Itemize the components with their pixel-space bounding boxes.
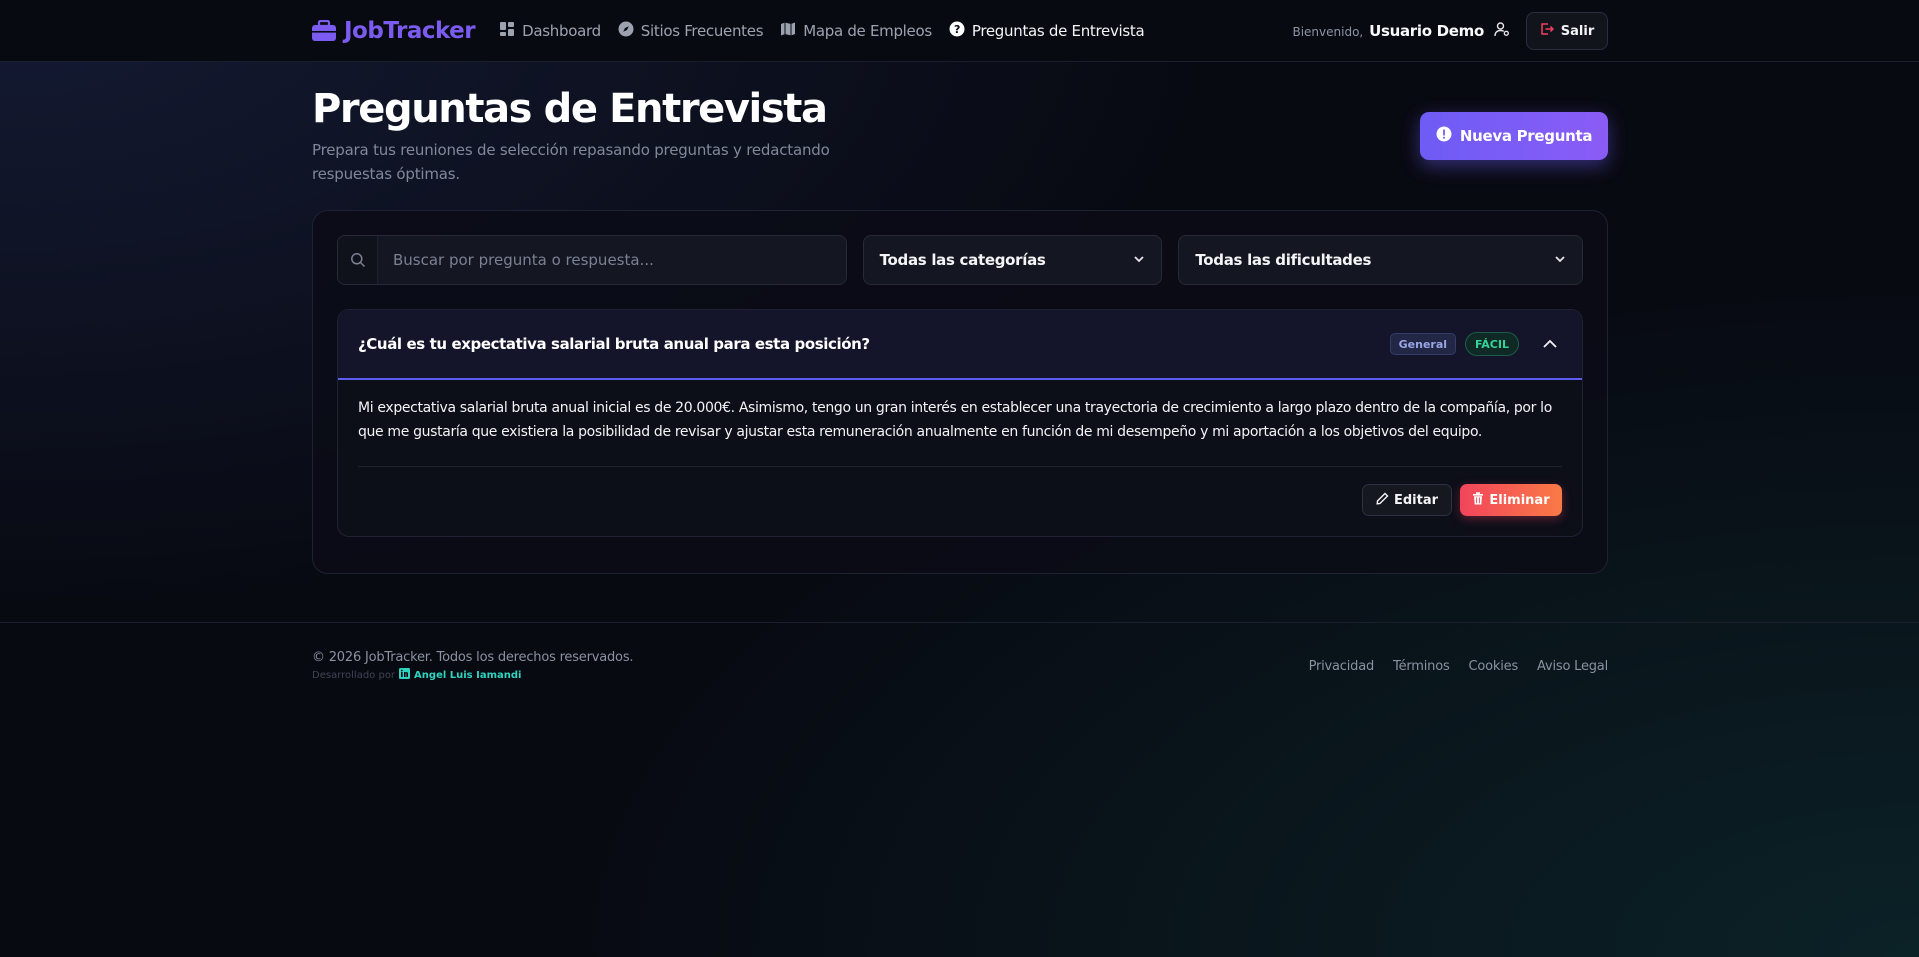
developer-credit: Desarrollado por Angel Luis Iamandi: [312, 668, 633, 682]
question-text: ¿Cuál es tu expectativa salarial bruta a…: [358, 335, 870, 353]
top-navbar: JobTracker Dashboard Sitios Frecuentes M…: [0, 0, 1919, 62]
chevron-down-icon: [1133, 251, 1145, 269]
page-title: Preguntas de Entrevista: [312, 86, 828, 132]
footer-link-cookies[interactable]: Cookies: [1469, 659, 1519, 674]
developer-name: Angel Luis Iamandi: [414, 669, 522, 681]
logout-button[interactable]: Salir: [1526, 12, 1608, 50]
delete-button[interactable]: Eliminar: [1460, 484, 1562, 516]
navbar-inner: JobTracker Dashboard Sitios Frecuentes M…: [312, 0, 1608, 62]
user-name: Usuario Demo: [1369, 22, 1484, 40]
logout-label: Salir: [1560, 23, 1595, 39]
nav-item-sitios-frecuentes[interactable]: Sitios Frecuentes: [618, 21, 764, 41]
chevron-up-icon[interactable]: [1538, 332, 1562, 356]
footer: © 2026 JobTracker. Todos los derechos re…: [0, 622, 1919, 957]
logout-icon: [1540, 22, 1554, 40]
question-actions: Editar Eliminar: [1362, 484, 1562, 516]
search-input[interactable]: [378, 236, 846, 284]
dashboard-icon: [499, 21, 515, 41]
developer-link[interactable]: Angel Luis Iamandi: [399, 668, 521, 682]
plus-circle-icon: [1436, 126, 1452, 146]
welcome-prefix: Bienvenido,: [1292, 25, 1364, 39]
page-subtitle: Prepara tus reuniones de selección repas…: [312, 141, 830, 183]
footer-links: Privacidad Términos Cookies Aviso Legal: [1309, 659, 1609, 674]
difficulty-badge: FÁCIL: [1465, 332, 1519, 356]
difficulty-select[interactable]: Todas las dificultades: [1178, 235, 1583, 285]
nav-item-label: Mapa de Empleos: [803, 22, 932, 40]
search-box: [337, 235, 847, 285]
copyright-text: © 2026 JobTracker. Todos los derechos re…: [312, 650, 634, 665]
difficulty-selected-value: Todas las dificultades: [1195, 251, 1372, 269]
questions-card: Todas las categorías Todas las dificulta…: [312, 210, 1608, 574]
delete-label: Eliminar: [1489, 492, 1550, 508]
chevron-down-icon: [1554, 251, 1566, 269]
pencil-icon: [1376, 492, 1389, 509]
nav-item-mapa-empleos[interactable]: Mapa de Empleos: [780, 21, 932, 41]
nav-item-preguntas-entrevista[interactable]: ? Preguntas de Entrevista: [949, 21, 1145, 41]
user-settings-icon[interactable]: [1494, 21, 1510, 41]
edit-label: Editar: [1393, 492, 1439, 508]
nav-item-label: Dashboard: [522, 22, 601, 40]
search-icon: [338, 236, 378, 284]
brand-name: JobTracker: [344, 18, 476, 44]
nav-item-dashboard[interactable]: Dashboard: [499, 21, 601, 41]
developed-by-label: Desarrollado por: [312, 669, 396, 681]
trash-icon: [1472, 491, 1484, 509]
map-icon: [780, 21, 796, 41]
question-badges: General FÁCIL: [1389, 332, 1562, 356]
page-header: Preguntas de Entrevista Prepara tus reun…: [312, 86, 1608, 186]
footer-left: © 2026 JobTracker. Todos los derechos re…: [312, 650, 634, 682]
edit-button[interactable]: Editar: [1362, 484, 1452, 516]
welcome-text: Bienvenido, Usuario Demo: [1292, 22, 1484, 40]
linkedin-icon: [399, 668, 411, 682]
category-badge: General: [1389, 333, 1457, 355]
question-header[interactable]: ¿Cuál es tu expectativa salarial bruta a…: [338, 310, 1582, 380]
nav-links: Dashboard Sitios Frecuentes Mapa de Empl…: [499, 21, 1145, 41]
category-select[interactable]: Todas las categorías: [862, 235, 1163, 285]
question-circle-icon: ?: [949, 21, 965, 41]
filters-bar: Todas las categorías Todas las dificulta…: [337, 235, 1583, 285]
new-question-button[interactable]: Nueva Pregunta: [1420, 112, 1608, 160]
question-item: ¿Cuál es tu expectativa salarial bruta a…: [337, 309, 1583, 537]
footer-link-terminos[interactable]: Términos: [1393, 659, 1450, 674]
nav-user-area: Bienvenido, Usuario Demo Salir: [1292, 12, 1608, 50]
briefcase-icon: [312, 19, 336, 42]
nav-item-label: Preguntas de Entrevista: [971, 22, 1145, 40]
new-question-label: Nueva Pregunta: [1459, 127, 1593, 145]
brand-logo[interactable]: JobTracker: [312, 18, 476, 44]
answer-text: Mi expectativa salarial bruta anual inic…: [358, 400, 1552, 440]
compass-icon: [618, 21, 634, 41]
footer-link-aviso-legal[interactable]: Aviso Legal: [1537, 659, 1608, 674]
svg-text:?: ?: [954, 23, 960, 36]
answer-divider: [358, 466, 1562, 467]
footer-link-privacidad[interactable]: Privacidad: [1309, 659, 1375, 674]
category-selected-value: Todas las categorías: [879, 251, 1046, 269]
nav-item-label: Sitios Frecuentes: [640, 22, 764, 40]
